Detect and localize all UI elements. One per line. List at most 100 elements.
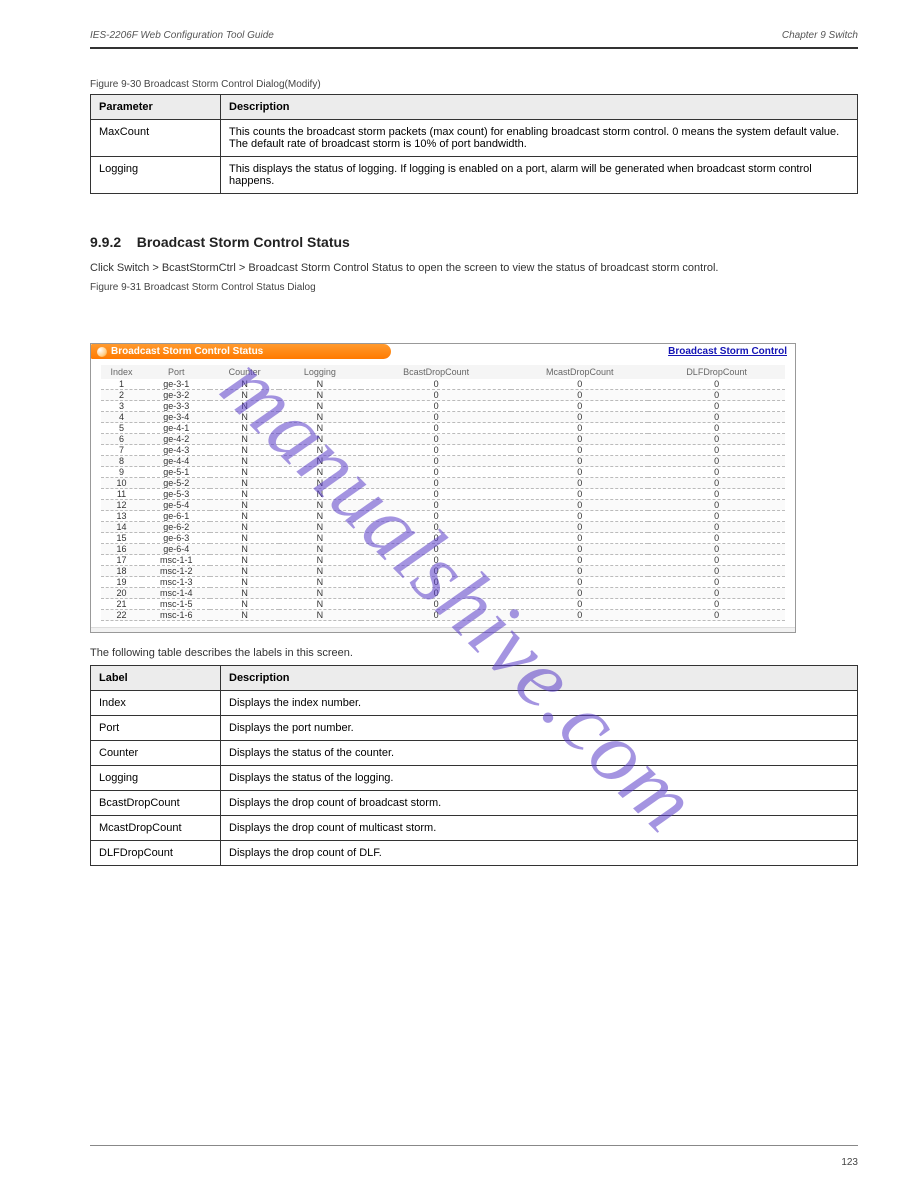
cell: N <box>279 445 361 456</box>
cell: 0 <box>361 401 511 412</box>
cell: 13 <box>101 511 142 522</box>
cell: 0 <box>511 423 648 434</box>
cell: 0 <box>511 577 648 588</box>
table-row: 19msc-1-3NN000 <box>101 577 785 588</box>
cell: N <box>210 544 278 555</box>
cell: N <box>210 599 278 610</box>
cell-param: Logging <box>91 157 221 194</box>
cell: 0 <box>511 379 648 390</box>
table-row: BcastDropCountDisplays the drop count of… <box>91 791 858 816</box>
cell: N <box>279 434 361 445</box>
cell: 0 <box>648 478 785 489</box>
cell: 0 <box>511 467 648 478</box>
cell-desc: Displays the status of the counter. <box>221 741 858 766</box>
cell: 0 <box>361 610 511 621</box>
table-row: CounterDisplays the status of the counte… <box>91 741 858 766</box>
cell: 0 <box>361 533 511 544</box>
cell: 0 <box>361 588 511 599</box>
cell: N <box>210 566 278 577</box>
cell: N <box>210 379 278 390</box>
table-row: 20msc-1-4NN000 <box>101 588 785 599</box>
cell: N <box>210 456 278 467</box>
cell: ge-5-3 <box>142 489 210 500</box>
cell: N <box>210 390 278 401</box>
section-title: Broadcast Storm Control Status <box>137 234 350 250</box>
cell-desc: This displays the status of logging. If … <box>221 157 858 194</box>
cell: 0 <box>511 500 648 511</box>
cell: 15 <box>101 533 142 544</box>
table-row: 13ge-6-1NN000 <box>101 511 785 522</box>
cell: N <box>279 599 361 610</box>
table-row: 9ge-5-1NN000 <box>101 467 785 478</box>
col-dlfdrop: DLFDropCount <box>648 365 785 379</box>
cell: 0 <box>648 445 785 456</box>
cell: N <box>279 544 361 555</box>
table-row: 7ge-4-3NN000 <box>101 445 785 456</box>
cell: 10 <box>101 478 142 489</box>
page-number: 123 <box>841 1157 858 1168</box>
table-row: McastDropCountDisplays the drop count of… <box>91 816 858 841</box>
table-row: 15ge-6-3NN000 <box>101 533 785 544</box>
cell: 22 <box>101 610 142 621</box>
cell: 0 <box>648 401 785 412</box>
cell: 0 <box>361 412 511 423</box>
cell: 0 <box>511 588 648 599</box>
cell-label: Index <box>91 691 221 716</box>
cell: N <box>210 489 278 500</box>
cell: N <box>279 588 361 599</box>
cell: 0 <box>361 379 511 390</box>
cell: N <box>279 412 361 423</box>
table-row: 5ge-4-1NN000 <box>101 423 785 434</box>
broadcast-storm-control-link[interactable]: Broadcast Storm Control <box>668 346 787 357</box>
table-row: 22msc-1-6NN000 <box>101 610 785 621</box>
cell: ge-5-1 <box>142 467 210 478</box>
cell: N <box>210 423 278 434</box>
table-row: 14ge-6-2NN000 <box>101 522 785 533</box>
cell: 0 <box>648 555 785 566</box>
cell: 6 <box>101 434 142 445</box>
cell-desc: This counts the broadcast storm packets … <box>221 120 858 157</box>
cell: msc-1-5 <box>142 599 210 610</box>
cell: N <box>210 522 278 533</box>
panel-title: Broadcast Storm Control Status <box>91 344 391 359</box>
cell: N <box>279 522 361 533</box>
cell: 0 <box>648 434 785 445</box>
cell: N <box>279 511 361 522</box>
cell: ge-3-4 <box>142 412 210 423</box>
col-desc: Description <box>221 95 858 120</box>
table-row: 10ge-5-2NN000 <box>101 478 785 489</box>
cell: 2 <box>101 390 142 401</box>
table-row: MaxCount This counts the broadcast storm… <box>91 120 858 157</box>
section-number: 9.9.2 <box>90 234 121 250</box>
cell: 0 <box>511 478 648 489</box>
table-row: 2ge-3-2NN000 <box>101 390 785 401</box>
cell: N <box>210 588 278 599</box>
cell: 1 <box>101 379 142 390</box>
cell: ge-3-3 <box>142 401 210 412</box>
cell: 0 <box>511 544 648 555</box>
labels-intro: The following table describes the labels… <box>90 647 858 659</box>
table-row: Logging This displays the status of logg… <box>91 157 858 194</box>
cell: 0 <box>511 533 648 544</box>
cell: 0 <box>361 434 511 445</box>
cell: 0 <box>648 423 785 434</box>
cell: N <box>279 566 361 577</box>
cell: 0 <box>648 412 785 423</box>
cell-label: BcastDropCount <box>91 791 221 816</box>
cell: 7 <box>101 445 142 456</box>
col-desc: Description <box>221 666 858 691</box>
cell: 0 <box>511 401 648 412</box>
table-row: 12ge-5-4NN000 <box>101 500 785 511</box>
cell: 0 <box>648 511 785 522</box>
table-row: DLFDropCountDisplays the drop count of D… <box>91 841 858 866</box>
col-counter: Counter <box>210 365 278 379</box>
cell: N <box>279 379 361 390</box>
col-port: Port <box>142 365 210 379</box>
cell: 0 <box>511 555 648 566</box>
cell: N <box>279 467 361 478</box>
cell: msc-1-1 <box>142 555 210 566</box>
cell-label: DLFDropCount <box>91 841 221 866</box>
cell: N <box>210 577 278 588</box>
footer-rule <box>90 1145 858 1146</box>
table-row: PortDisplays the port number. <box>91 716 858 741</box>
